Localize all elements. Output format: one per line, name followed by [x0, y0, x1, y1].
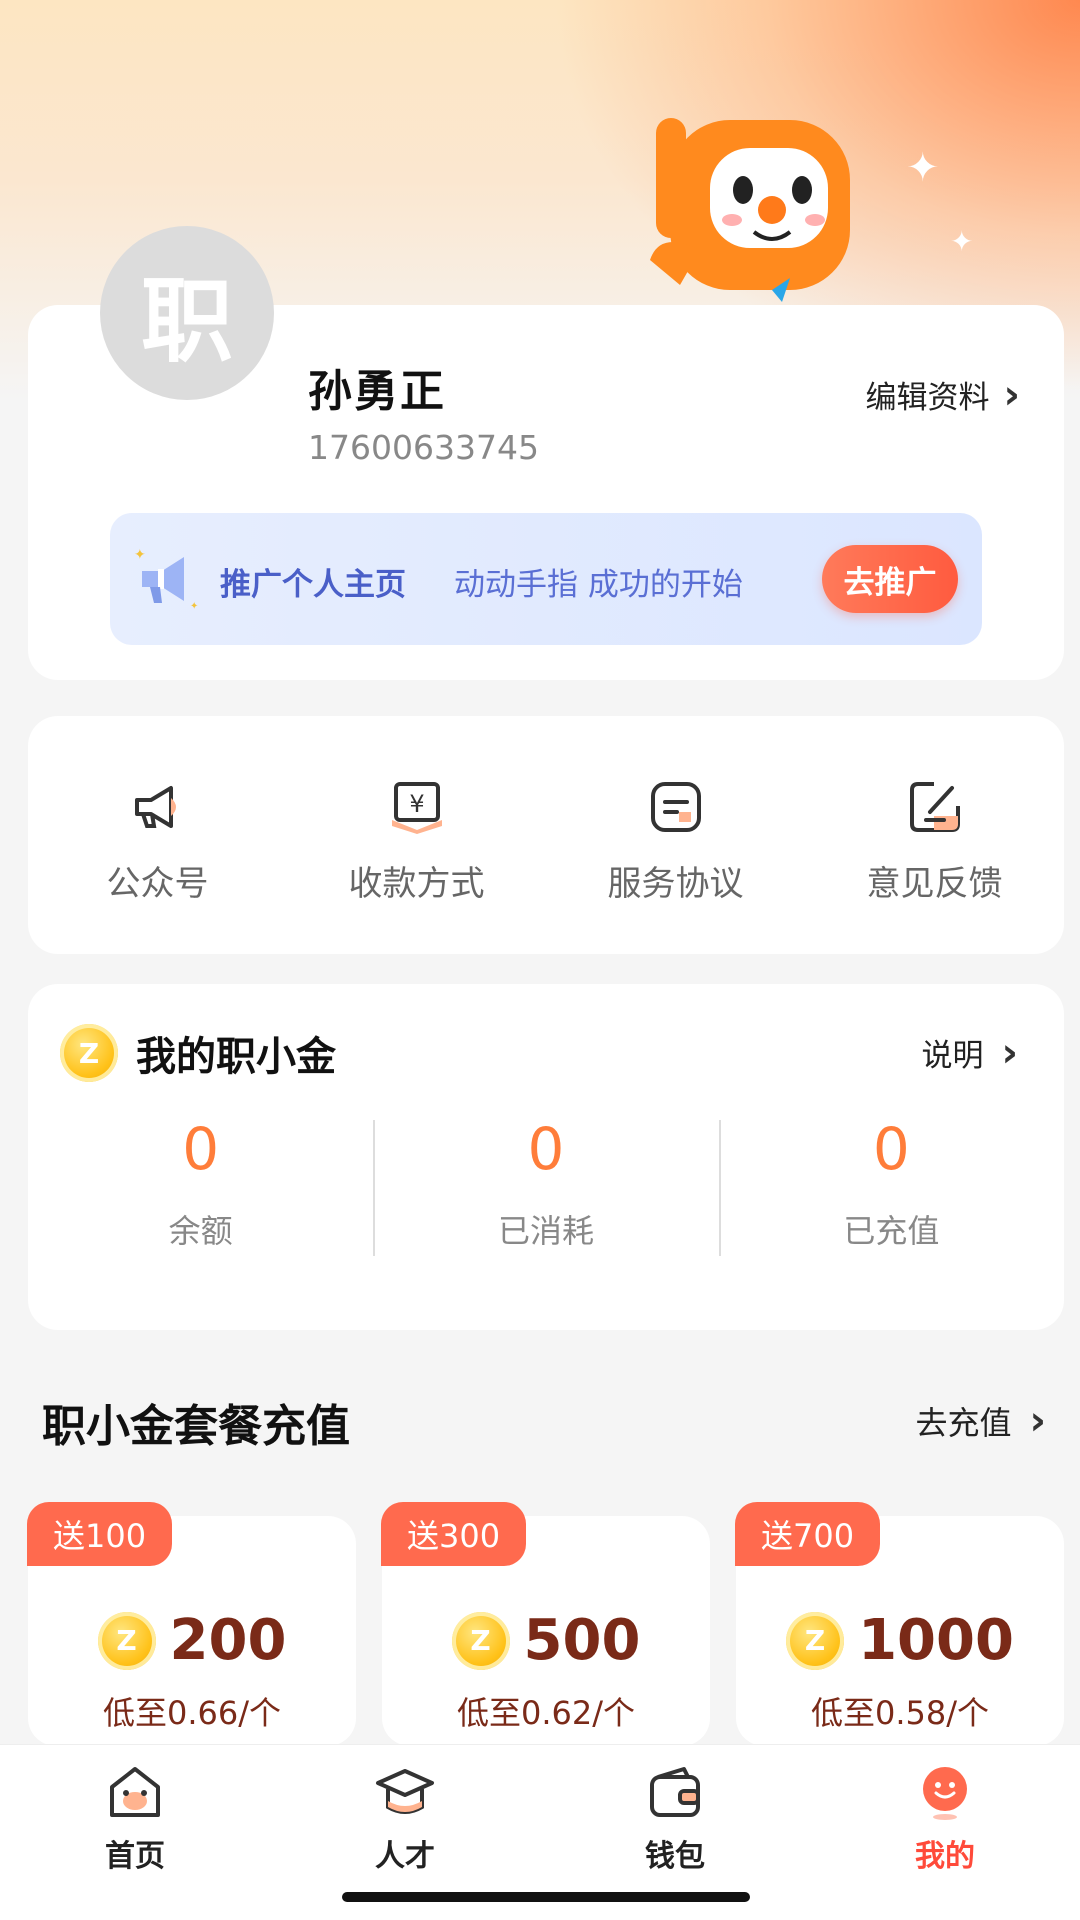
- menu-item-official-account[interactable]: 公众号: [28, 716, 287, 954]
- coins-title: 我的职小金: [136, 1034, 336, 1080]
- tab-label: 我的: [915, 1839, 975, 1874]
- svg-text:✦: ✦: [190, 601, 198, 611]
- chevron-right-icon: ›: [1001, 1029, 1018, 1076]
- coins-header: Z 我的职小金: [60, 1024, 336, 1082]
- go-promote-button[interactable]: 去推广: [822, 545, 958, 613]
- coin-icon: Z: [451, 1611, 510, 1670]
- talent-icon: [376, 1769, 434, 1814]
- package-card[interactable]: 送100 Z 200 低至0.66/个: [27, 1502, 356, 1746]
- promote-profile-banner[interactable]: ✦ ✦ 推广个人主页 动动手指 成功的开始 去推广: [110, 513, 982, 645]
- profile-icon: [923, 1767, 967, 1820]
- chevron-right-icon: ›: [1029, 1398, 1046, 1444]
- stat-label: 已充值: [843, 1212, 940, 1250]
- sparkle-icon: ✦: [906, 145, 940, 191]
- coins-info-link[interactable]: 说明 ›: [922, 1030, 1018, 1075]
- my-coins-card: Z 我的职小金 说明 › 0 余额 0 已消耗 0 已充值: [28, 984, 1064, 1330]
- package-amount: 500: [523, 1608, 641, 1673]
- user-phone: 17600633745: [308, 428, 539, 467]
- quick-menu-card: 公众号 ¥ 收款方式 服务协议 意见反馈: [28, 716, 1064, 954]
- edit-profile-label: 编辑资料: [865, 380, 990, 416]
- menu-item-payment-method[interactable]: ¥ 收款方式: [287, 716, 546, 954]
- package-card[interactable]: 送300 Z 500 低至0.62/个: [381, 1502, 710, 1746]
- stat-balance[interactable]: 0 余额: [28, 1120, 373, 1260]
- tab-label: 人才: [375, 1839, 435, 1874]
- menu-label: 收款方式: [348, 864, 485, 904]
- coin-icon: Z: [786, 1611, 845, 1670]
- menu-label: 意见反馈: [866, 864, 1003, 904]
- menu-label: 服务协议: [607, 864, 744, 904]
- tab-home[interactable]: 首页: [0, 1745, 270, 1920]
- tab-mine[interactable]: 我的: [810, 1745, 1080, 1920]
- agreement-icon: [650, 782, 701, 832]
- package-unit-price: 低至0.62/个: [456, 1694, 636, 1732]
- stat-label: 已消耗: [497, 1212, 594, 1250]
- package-amount: 1000: [858, 1608, 1014, 1673]
- stat-value: 0: [182, 1115, 220, 1183]
- package-amount: 200: [169, 1608, 287, 1673]
- promo-subtitle: 动动手指 成功的开始: [454, 567, 743, 603]
- svg-text:✦: ✦: [134, 547, 146, 563]
- recharge-section-title: 职小金套餐充值: [42, 1401, 350, 1452]
- package-unit-price: 低至0.66/个: [102, 1694, 282, 1732]
- stat-consumed[interactable]: 0 已消耗: [373, 1120, 718, 1260]
- coin-icon: Z: [97, 1611, 156, 1670]
- go-recharge-link[interactable]: 去充值 ›: [916, 1398, 1047, 1444]
- mascot-illustration: [650, 118, 850, 302]
- menu-label: 公众号: [106, 864, 209, 904]
- sparkle-icon: ✦: [950, 225, 974, 258]
- stat-recharged[interactable]: 0 已充值: [718, 1115, 1064, 1260]
- svg-text:¥: ¥: [409, 790, 424, 818]
- package-amount-row: Z 1000: [736, 1608, 1064, 1673]
- avatar-placeholder-logo: 职: [140, 267, 233, 375]
- coin-icon: Z: [60, 1024, 118, 1082]
- home-icon: [110, 1767, 160, 1817]
- chevron-right-icon: ›: [1003, 371, 1020, 418]
- package-card[interactable]: 送700 Z 1000 低至0.58/个: [735, 1502, 1064, 1746]
- menu-item-service-agreement[interactable]: 服务协议: [546, 716, 805, 954]
- user-name: 孙勇正: [308, 366, 446, 417]
- coin-stats: 0 余额 0 已消耗 0 已充值: [28, 1120, 1064, 1260]
- bonus-tag: 送300: [381, 1502, 527, 1566]
- package-amount-row: Z 500: [382, 1608, 710, 1673]
- bonus-tag: 送100: [27, 1502, 173, 1566]
- menu-item-feedback[interactable]: 意见反馈: [805, 716, 1064, 954]
- package-amount-row: Z 200: [28, 1608, 356, 1673]
- home-indicator[interactable]: [342, 1892, 750, 1902]
- avatar[interactable]: 职: [100, 226, 274, 400]
- stat-value: 0: [527, 1115, 565, 1183]
- package-unit-price: 低至0.58/个: [810, 1694, 990, 1732]
- stat-label: 余额: [168, 1212, 233, 1250]
- megaphone-icon: [134, 786, 176, 828]
- payment-icon: ¥: [391, 782, 442, 834]
- tab-label: 钱包: [645, 1839, 705, 1874]
- edit-profile-link[interactable]: 编辑资料 ›: [866, 372, 1020, 417]
- megaphone-icon: ✦ ✦: [134, 547, 198, 611]
- go-recharge-label: 去充值: [915, 1404, 1012, 1442]
- stat-value: 0: [872, 1115, 910, 1183]
- bonus-tag: 送700: [735, 1502, 881, 1566]
- promo-title: 推广个人主页: [220, 567, 406, 603]
- wallet-icon: [650, 1767, 700, 1817]
- tab-label: 首页: [105, 1839, 165, 1874]
- feedback-icon: [909, 782, 960, 832]
- coins-info-label: 说明: [921, 1038, 984, 1074]
